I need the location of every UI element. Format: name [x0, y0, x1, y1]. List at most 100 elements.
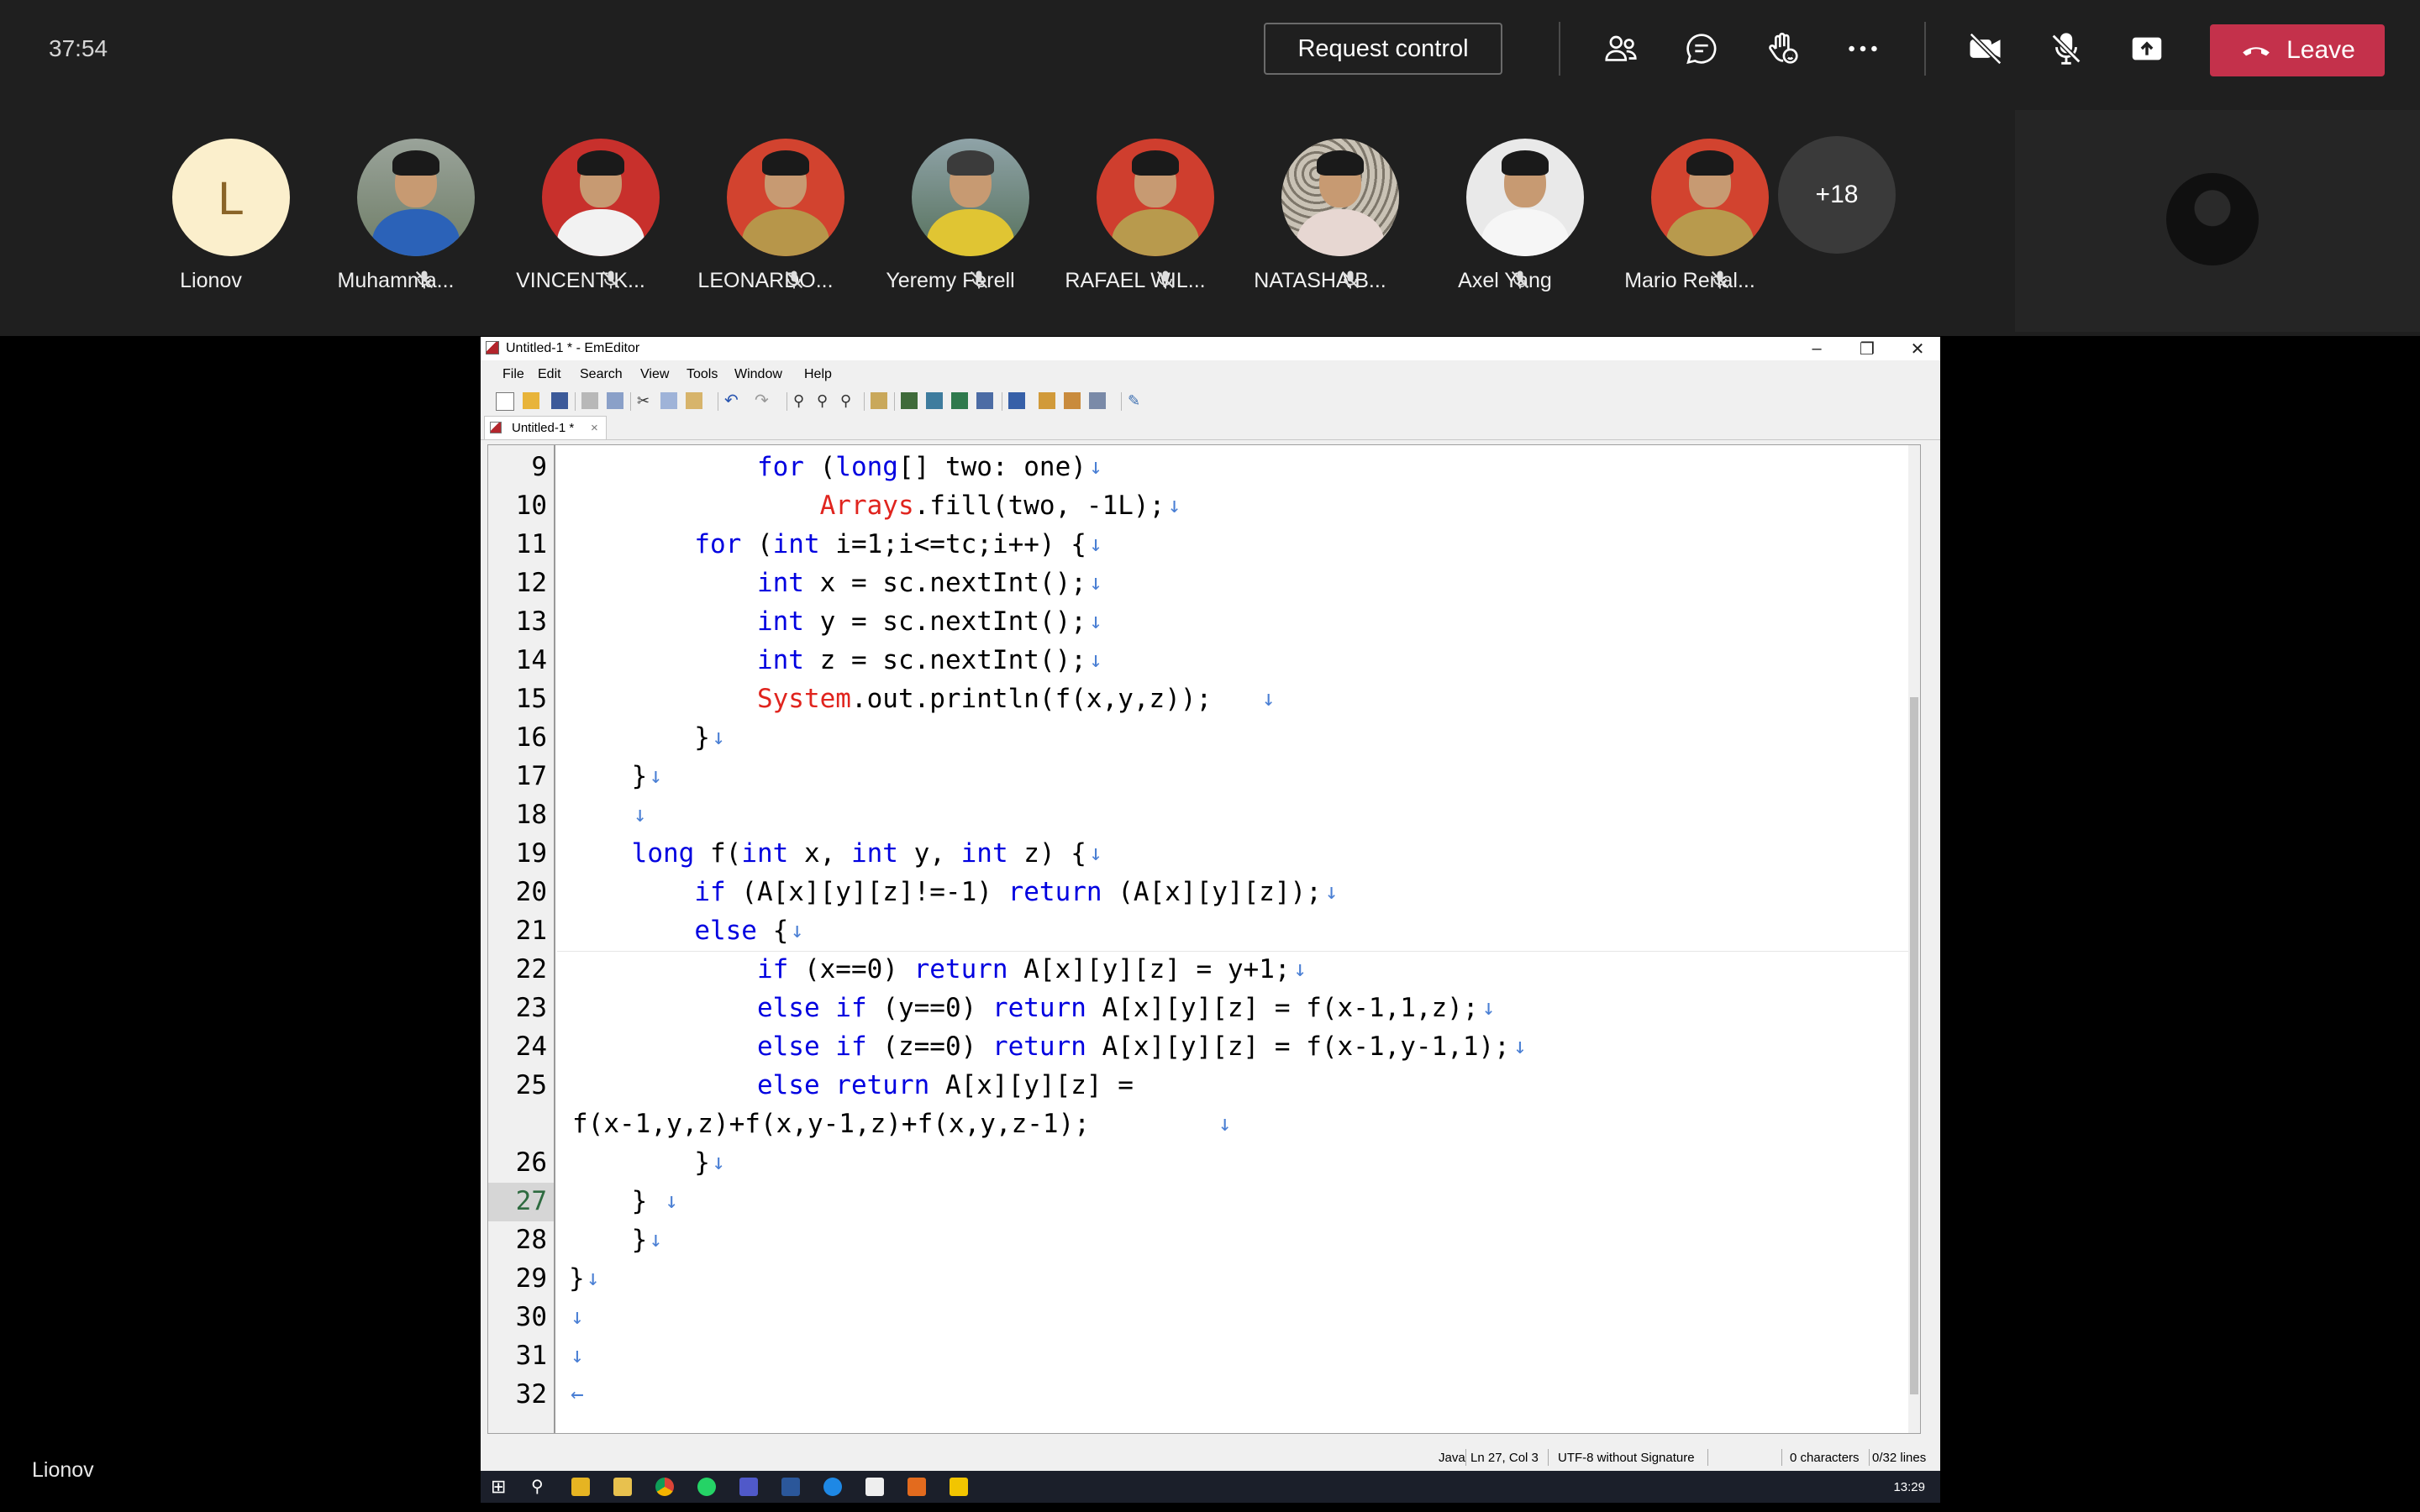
- app-icon[interactable]: [950, 1478, 968, 1496]
- people-icon[interactable]: [1597, 25, 1644, 72]
- share-tray-icon[interactable]: [2123, 25, 2170, 72]
- participant-tile[interactable]: Mario Renal...: [1597, 139, 1782, 292]
- code-line[interactable]: 11 for (int i=1;i<=tc;i++) {↓: [488, 526, 1908, 564]
- camera-off-icon[interactable]: [1962, 25, 2009, 72]
- more-participants-button[interactable]: +18: [1778, 136, 1896, 254]
- code-line[interactable]: 32 ←: [488, 1376, 1908, 1415]
- restore-icon[interactable]: ❐: [1842, 337, 1892, 360]
- minimize-icon[interactable]: –: [1791, 337, 1842, 360]
- code-line[interactable]: 21 else {↓: [488, 912, 1908, 951]
- code-line[interactable]: 9 for (long[] two: one) ↓: [488, 449, 1908, 487]
- menu-file[interactable]: File: [502, 367, 524, 382]
- menu-view[interactable]: View: [640, 367, 669, 382]
- chat-icon[interactable]: [1678, 25, 1725, 72]
- code-line[interactable]: 17 } ↓: [488, 758, 1908, 796]
- scrollbar-thumb[interactable]: [1910, 697, 1918, 1394]
- undo-icon[interactable]: ↶: [724, 392, 741, 409]
- menu-edit[interactable]: Edit: [538, 367, 561, 382]
- find-next-icon[interactable]: ⚲: [817, 392, 834, 409]
- word-icon[interactable]: [781, 1478, 800, 1496]
- participant-tile[interactable]: Yeremy Ferell: [858, 139, 1043, 292]
- code-line[interactable]: 15 System.out.println(f(x,y,z)); ↓: [488, 680, 1908, 719]
- code-line[interactable]: 22 if (x==0) return A[x][y][z] = y+1; ↓: [488, 951, 1908, 990]
- request-control-button[interactable]: Request control: [1264, 23, 1502, 75]
- more-icon[interactable]: [1839, 25, 1886, 72]
- tab-untitled-1[interactable]: Untitled-1 * ×: [484, 416, 607, 439]
- sticky-notes-icon[interactable]: [571, 1478, 590, 1496]
- code-editor[interactable]: 9 for (long[] two: one) ↓ 10 Arrays.fill(t…: [487, 444, 1921, 1434]
- tab-close-icon[interactable]: ×: [591, 421, 598, 435]
- vertical-scrollbar[interactable]: [1908, 445, 1920, 1433]
- emeditor-icon[interactable]: [865, 1478, 884, 1496]
- redo-icon[interactable]: ↷: [755, 392, 771, 409]
- close-icon[interactable]: ✕: [1892, 337, 1943, 360]
- macro-icon[interactable]: [1008, 392, 1025, 409]
- print-preview-icon[interactable]: [607, 392, 623, 409]
- plugin-icon[interactable]: [1039, 392, 1055, 409]
- eol-mark: ↓: [712, 1150, 725, 1175]
- code-line[interactable]: 12 int x = sc.nextInt(); ↓: [488, 564, 1908, 603]
- menu-help[interactable]: Help: [804, 367, 832, 382]
- open-folder-icon[interactable]: [523, 392, 539, 409]
- status-language[interactable]: Java: [1439, 1451, 1465, 1465]
- find-prev-icon[interactable]: ⚲: [840, 392, 857, 409]
- leave-button[interactable]: Leave: [2210, 24, 2385, 76]
- participant-tile[interactable]: Axel Yang: [1413, 139, 1597, 292]
- sublime-icon[interactable]: [908, 1478, 926, 1496]
- view-icon[interactable]: [901, 392, 918, 409]
- raise-hand-icon[interactable]: [1759, 25, 1806, 72]
- participant-tile[interactable]: VINCENT K...: [488, 139, 673, 292]
- code-line[interactable]: 25 else return A[x][y][z] =↓: [488, 1067, 1908, 1105]
- participant-tile[interactable]: NATASHA B...: [1228, 139, 1413, 292]
- code-line[interactable]: 16 } ↓: [488, 719, 1908, 758]
- tools-icon[interactable]: ✎: [1128, 392, 1144, 409]
- paste-icon[interactable]: [686, 392, 702, 409]
- outline-icon[interactable]: [976, 392, 993, 409]
- code-line[interactable]: 28 } ↓: [488, 1221, 1908, 1260]
- code-line[interactable]: 14 int z = sc.nextInt(); ↓: [488, 642, 1908, 680]
- code-line[interactable]: 23 else if (y==0) return A[x][y][z] = f(…: [488, 990, 1908, 1028]
- menu-search[interactable]: Search: [580, 367, 623, 382]
- copy-icon[interactable]: [660, 392, 677, 409]
- plugin2-icon[interactable]: [1064, 392, 1081, 409]
- participant-tile[interactable]: Muhamma...: [303, 139, 488, 292]
- code-line[interactable]: 24 else if (z==0) return A[x][y][z] = f(…: [488, 1028, 1908, 1067]
- wrap-icon[interactable]: [951, 392, 968, 409]
- teams-icon[interactable]: [739, 1478, 758, 1496]
- avatar: [1651, 139, 1769, 256]
- windows-start-icon[interactable]: ⊞: [491, 1478, 509, 1496]
- code-line[interactable]: 19 long f(int x, int y, int z) {↓: [488, 835, 1908, 874]
- find-icon[interactable]: ⚲: [793, 392, 810, 409]
- mic-off-icon[interactable]: [2043, 25, 2090, 72]
- participant-tile[interactable]: RAFAEL WIL...: [1043, 139, 1228, 292]
- code-line[interactable]: 18 ↓: [488, 796, 1908, 835]
- code-line[interactable]: 13 int y = sc.nextInt(); ↓: [488, 603, 1908, 642]
- menu-tools[interactable]: Tools: [687, 367, 718, 382]
- code-line[interactable]: 30 ↓: [488, 1299, 1908, 1337]
- print-icon[interactable]: [581, 392, 598, 409]
- config-icon[interactable]: [1089, 392, 1106, 409]
- file-explorer-icon[interactable]: [613, 1478, 632, 1496]
- edge-icon[interactable]: [823, 1478, 842, 1496]
- code-line[interactable]: 29} ↓: [488, 1260, 1908, 1299]
- code-line[interactable]: 26 } ↓: [488, 1144, 1908, 1183]
- code-line[interactable]: 31 ↓: [488, 1337, 1908, 1376]
- chrome-icon[interactable]: [655, 1478, 674, 1496]
- search-icon[interactable]: ⚲: [531, 1478, 550, 1496]
- status-encoding[interactable]: UTF-8 without Signature: [1558, 1451, 1695, 1465]
- status-position[interactable]: Ln 27, Col 3: [1470, 1451, 1539, 1465]
- cut-icon[interactable]: ✂: [637, 392, 654, 409]
- code-line[interactable]: f(x-1,y,z)+f(x,y-1,z)+f(x,y,z-1); ↓: [488, 1105, 1908, 1144]
- menu-window[interactable]: Window: [734, 367, 782, 382]
- new-file-icon[interactable]: [496, 392, 514, 411]
- code-line[interactable]: 10 Arrays.fill(two, -1L); ↓: [488, 487, 1908, 526]
- code-line[interactable]: 20 if (A[x][y][z]!=-1) return (A[x][y][z…: [488, 874, 1908, 912]
- highlight-icon[interactable]: [871, 392, 887, 409]
- save-icon[interactable]: [551, 392, 568, 409]
- code-area[interactable]: 9 for (long[] two: one) ↓ 10 Arrays.fill(t…: [488, 445, 1908, 1433]
- participant-tile[interactable]: LEONARDO...: [673, 139, 858, 292]
- participant-tile[interactable]: L Lionov: [118, 139, 303, 292]
- whatsapp-icon[interactable]: [697, 1478, 716, 1496]
- split-icon[interactable]: [926, 392, 943, 409]
- code-line[interactable]: 27 } ↓: [488, 1183, 1908, 1221]
